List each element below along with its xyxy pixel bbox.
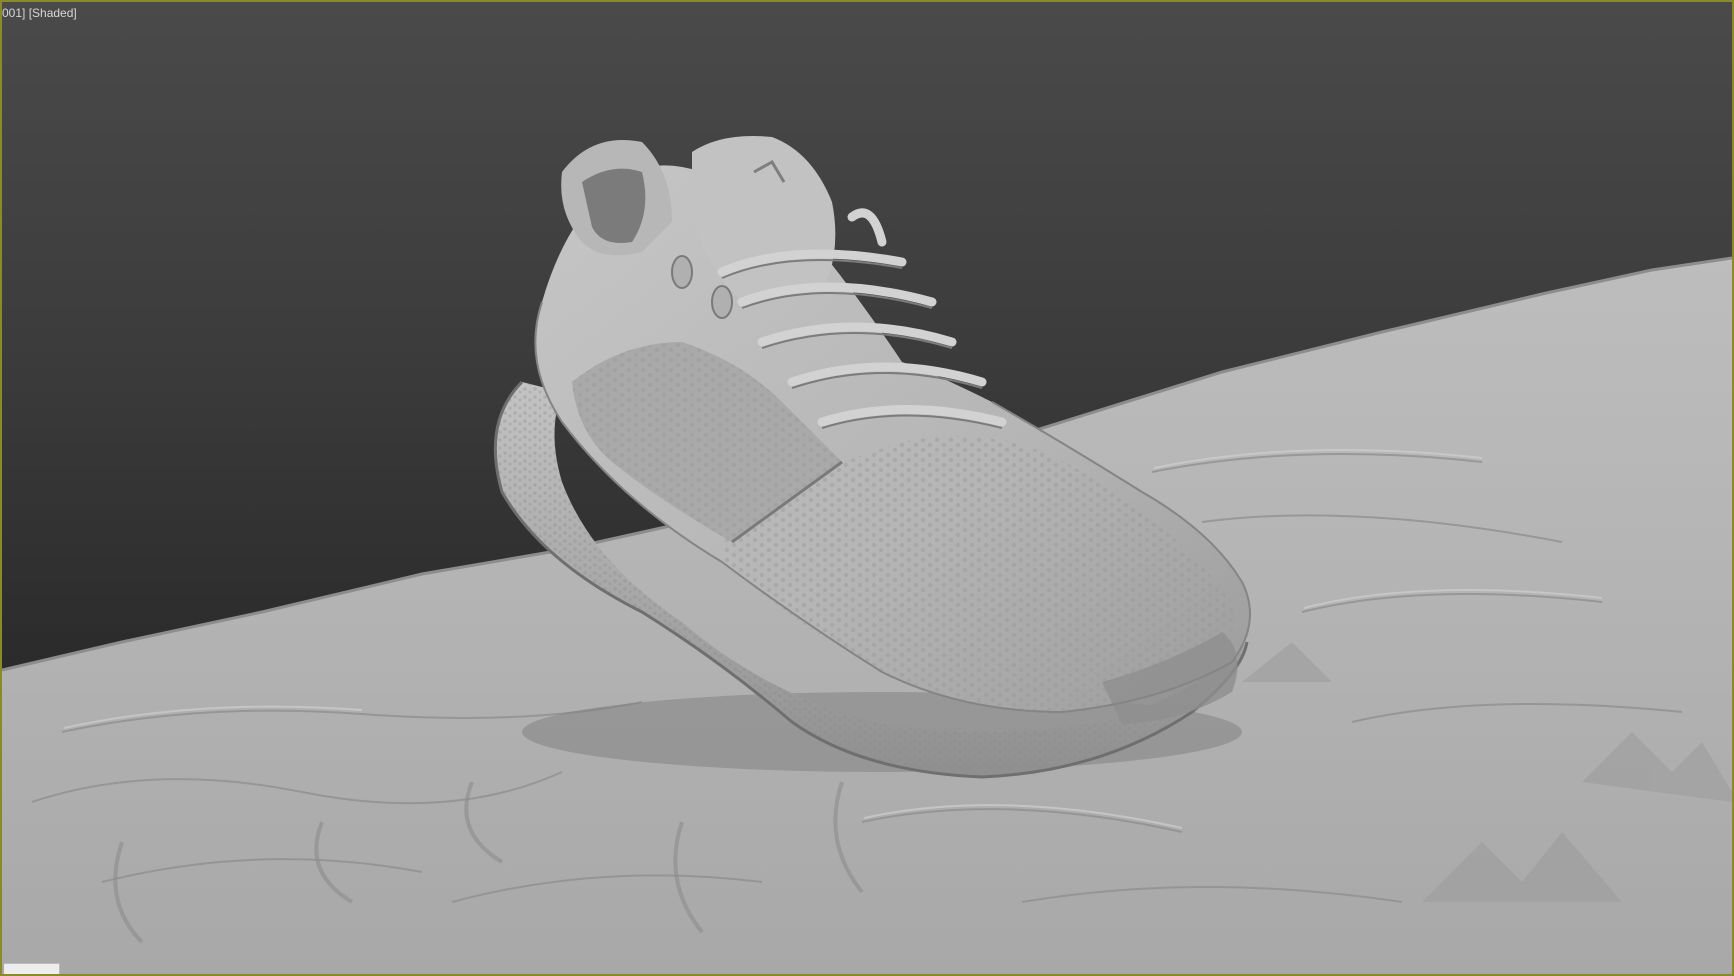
viewport-label[interactable]: 001] [Shaded] <box>2 6 77 20</box>
scene-render[interactable] <box>2 2 1732 974</box>
3d-viewport[interactable]: 001] [Shaded] <box>0 0 1734 976</box>
corner-tab[interactable] <box>4 963 60 974</box>
